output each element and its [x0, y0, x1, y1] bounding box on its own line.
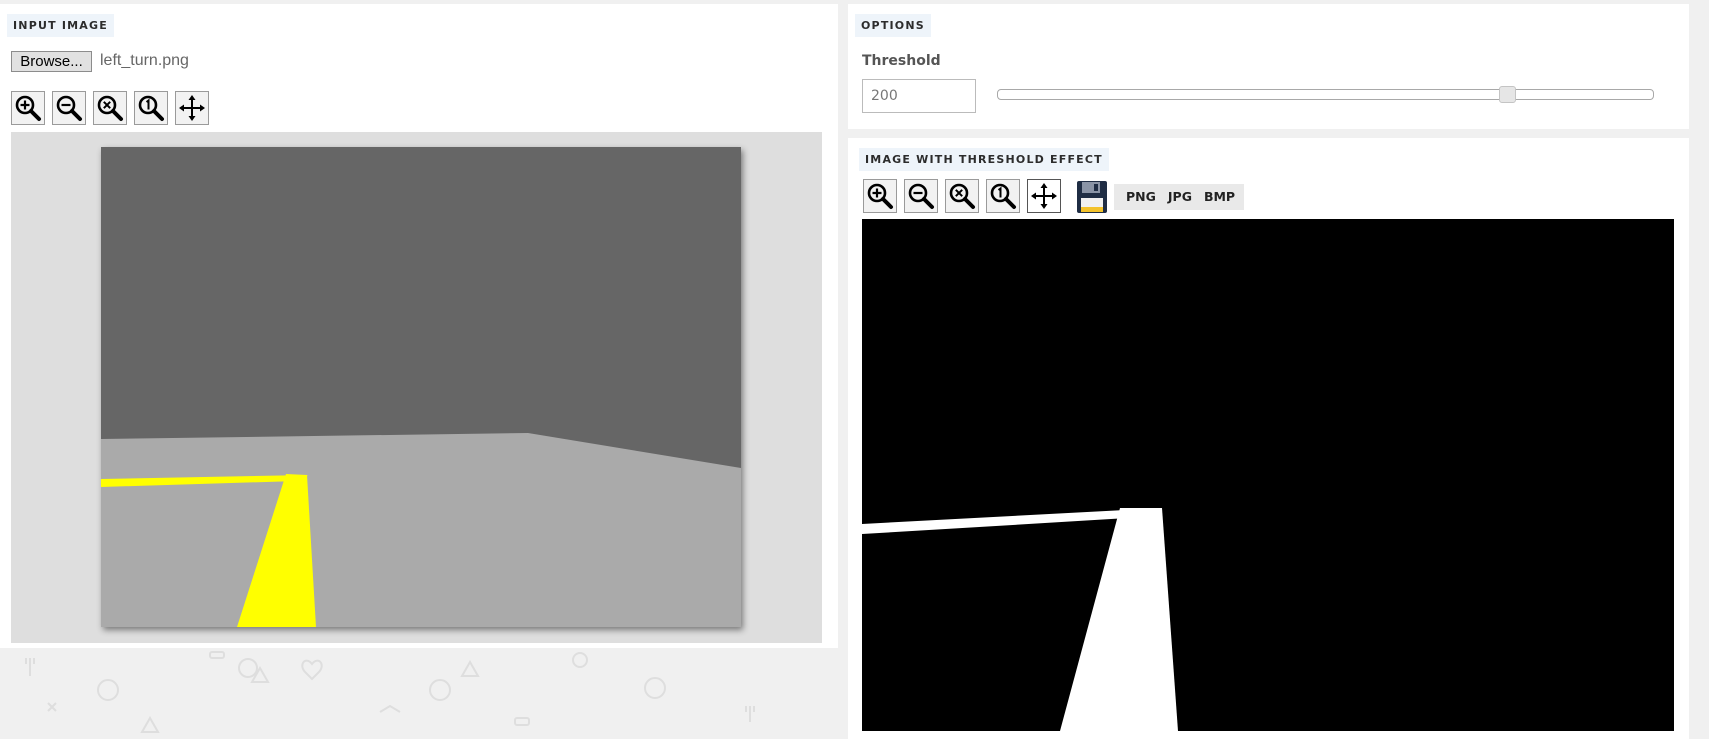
zoom-out-icon — [56, 95, 82, 121]
threshold-label: Threshold — [862, 53, 941, 69]
zoom-reset-button[interactable] — [93, 91, 127, 125]
input-panel-title: INPUT IMAGE — [7, 14, 114, 37]
input-image-viewer[interactable] — [11, 132, 822, 643]
zoom-actual-size-icon — [990, 183, 1016, 209]
zoom-in-icon — [15, 95, 41, 121]
zoom-actual-size-button[interactable] — [986, 179, 1020, 213]
export-png-button[interactable]: PNG — [1114, 184, 1156, 210]
zoom-in-icon — [867, 183, 893, 209]
move-button[interactable] — [175, 91, 209, 125]
threshold-slider-handle[interactable] — [1498, 86, 1516, 103]
output-panel-title: IMAGE WITH THRESHOLD EFFECT — [859, 148, 1109, 171]
move-button[interactable] — [1027, 179, 1061, 213]
export-jpg-button[interactable]: JPG — [1156, 184, 1192, 210]
threshold-input[interactable]: 200 — [862, 79, 976, 113]
floppy-disk-icon[interactable] — [1076, 180, 1108, 214]
background-pattern — [25, 651, 755, 733]
options-panel-title: OPTIONS — [855, 14, 931, 37]
move-icon — [1031, 183, 1057, 209]
zoom-out-button[interactable] — [52, 91, 86, 125]
zoom-reset-icon — [97, 95, 123, 121]
zoom-actual-size-button[interactable] — [134, 91, 168, 125]
move-icon — [179, 95, 205, 121]
input-image — [101, 147, 741, 627]
threshold-slider-track[interactable] — [997, 89, 1654, 100]
zoom-reset-icon — [949, 183, 975, 209]
zoom-in-button[interactable] — [11, 91, 45, 125]
file-name: left_turn.png — [100, 52, 189, 69]
input-image-panel: INPUT IMAGE Browse... left_turn.png — [0, 4, 838, 648]
zoom-reset-button[interactable] — [945, 179, 979, 213]
zoom-out-button[interactable] — [904, 179, 938, 213]
output-image-viewer[interactable] — [862, 219, 1674, 731]
zoom-out-icon — [908, 183, 934, 209]
zoom-actual-size-icon — [138, 95, 164, 121]
threshold-output-image — [862, 219, 1674, 731]
browse-button[interactable]: Browse... — [11, 51, 92, 72]
zoom-in-button[interactable] — [863, 179, 897, 213]
export-format-group: PNG JPG BMP — [1114, 184, 1244, 210]
export-bmp-button[interactable]: BMP — [1192, 184, 1235, 210]
